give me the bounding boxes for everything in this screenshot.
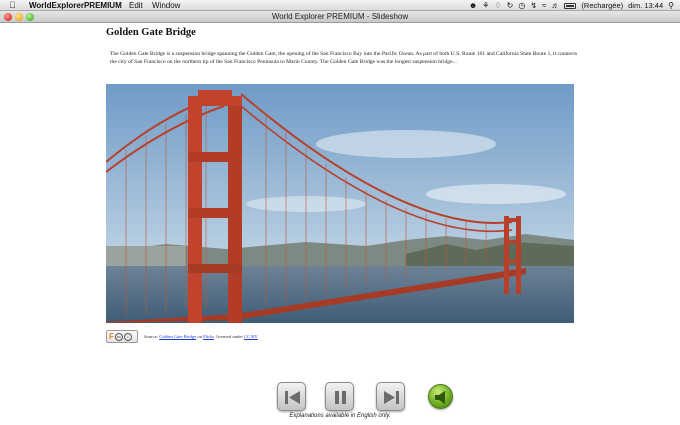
skip-forward-icon (384, 391, 399, 404)
image-source: F cc i Source: Golden Gate Bridge on Fli… (106, 330, 258, 343)
dropbox-icon[interactable]: ♢ (494, 0, 501, 11)
window-title: World Explorer PREMIUM - Slideshow (271, 12, 409, 21)
clock-icon[interactable]: ◷ (518, 0, 525, 11)
source-text: Source: Golden Gate Bridge on Flickr, li… (144, 334, 258, 339)
source-prefix: Source: (144, 334, 159, 339)
license-prefix: , licensed under (213, 334, 243, 339)
apple-icon[interactable]:  (9, 0, 16, 11)
wifi-icon[interactable]: ≈ (542, 0, 546, 11)
menu-window[interactable]: Window (152, 0, 180, 11)
source-on: on (197, 334, 202, 339)
attribution-icon: i (123, 332, 132, 341)
battery-icon[interactable] (564, 2, 577, 9)
previous-button[interactable] (277, 382, 306, 411)
evernote-icon[interactable]: ⚘ (482, 0, 489, 11)
next-button[interactable] (376, 382, 405, 411)
window-titlebar: World Explorer PREMIUM - Slideshow (0, 11, 680, 23)
battery-status: (Rechargée) (581, 1, 624, 10)
minimize-button[interactable] (15, 13, 23, 21)
slide-photo (106, 84, 574, 323)
bluetooth-icon[interactable]: ↯ (530, 0, 537, 11)
creative-commons-icon: cc (114, 332, 123, 341)
pause-button[interactable] (325, 382, 354, 411)
language-note: Explanations available in English only. (289, 413, 391, 419)
site-link[interactable]: Flickr (203, 334, 214, 339)
flickr-icon: F (109, 331, 114, 341)
source-link[interactable]: Golden Gate Bridge (159, 334, 196, 339)
slide-description: The Golden Gate Bridge is a suspension b… (110, 51, 578, 65)
speaker-icon (435, 391, 445, 404)
pause-icon (335, 391, 346, 404)
time-machine-icon[interactable]: ↻ (507, 0, 514, 11)
audio-button[interactable] (428, 384, 453, 409)
app-menu[interactable]: WorldExplorerPREMIUM (29, 0, 122, 11)
search-icon[interactable]: ⚲ (668, 0, 674, 11)
zoom-button[interactable] (26, 13, 34, 21)
close-button[interactable] (4, 13, 12, 21)
clock[interactable]: dim. 13:44 (628, 0, 663, 11)
volume-icon[interactable]: ♬ (551, 0, 559, 11)
license-badge[interactable]: F cc i (106, 330, 138, 343)
menu-bar:  WorldExplorerPREMIUM Edit Window ☻ ⚘ ♢… (0, 0, 680, 11)
skip-back-icon (285, 391, 300, 404)
slide-title: Golden Gate Bridge (106, 27, 196, 38)
menu-edit[interactable]: Edit (129, 0, 143, 11)
status-area: ☻ ⚘ ♢ ↻ ◷ ↯ ≈ ♬ (Rechargée) dim. 13:44 ⚲ (469, 0, 674, 11)
license-link[interactable]: CC BY (244, 334, 258, 339)
user-icon[interactable]: ☻ (469, 0, 477, 11)
